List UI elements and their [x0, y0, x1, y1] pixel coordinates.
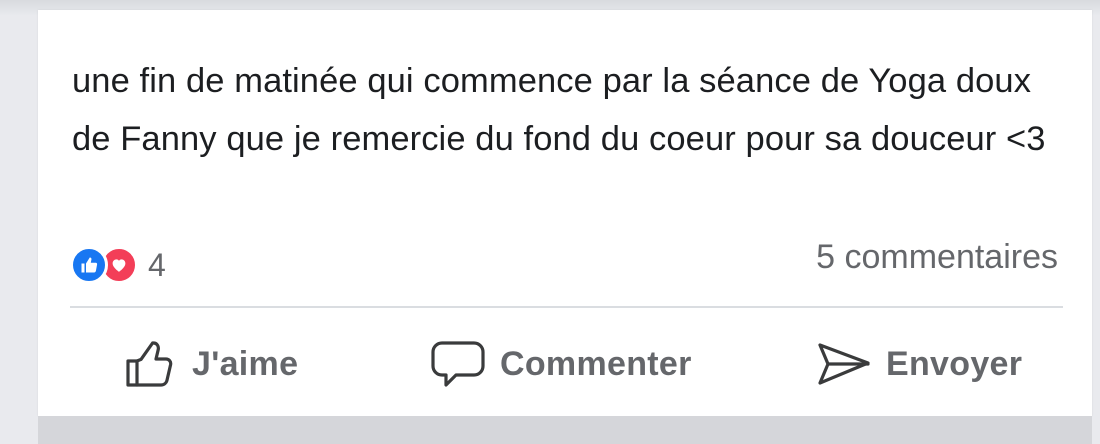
- reactions-summary[interactable]: 4: [70, 244, 166, 286]
- divider: [70, 306, 1063, 308]
- next-post-edge: [38, 416, 1092, 444]
- like-button[interactable]: J'aime: [124, 330, 298, 398]
- reaction-count: 4: [148, 246, 166, 283]
- comment-button[interactable]: Commenter: [430, 330, 692, 398]
- like-button-label: J'aime: [192, 344, 299, 383]
- post-text: une fin de matinée qui commence par la s…: [72, 62, 1046, 158]
- send-button-label: Envoyer: [886, 344, 1023, 383]
- post-actions-bar: J'aime Commenter Envoyer: [38, 330, 1092, 398]
- comments-count-link[interactable]: 5 commentaires: [816, 238, 1058, 277]
- thumbs-up-icon: [124, 337, 178, 391]
- comment-button-label: Commenter: [500, 344, 692, 383]
- speech-bubble-icon: [430, 337, 486, 391]
- send-button[interactable]: Envoyer: [816, 330, 1022, 398]
- send-arrow-icon: [816, 337, 872, 391]
- like-reaction-icon: [70, 246, 108, 284]
